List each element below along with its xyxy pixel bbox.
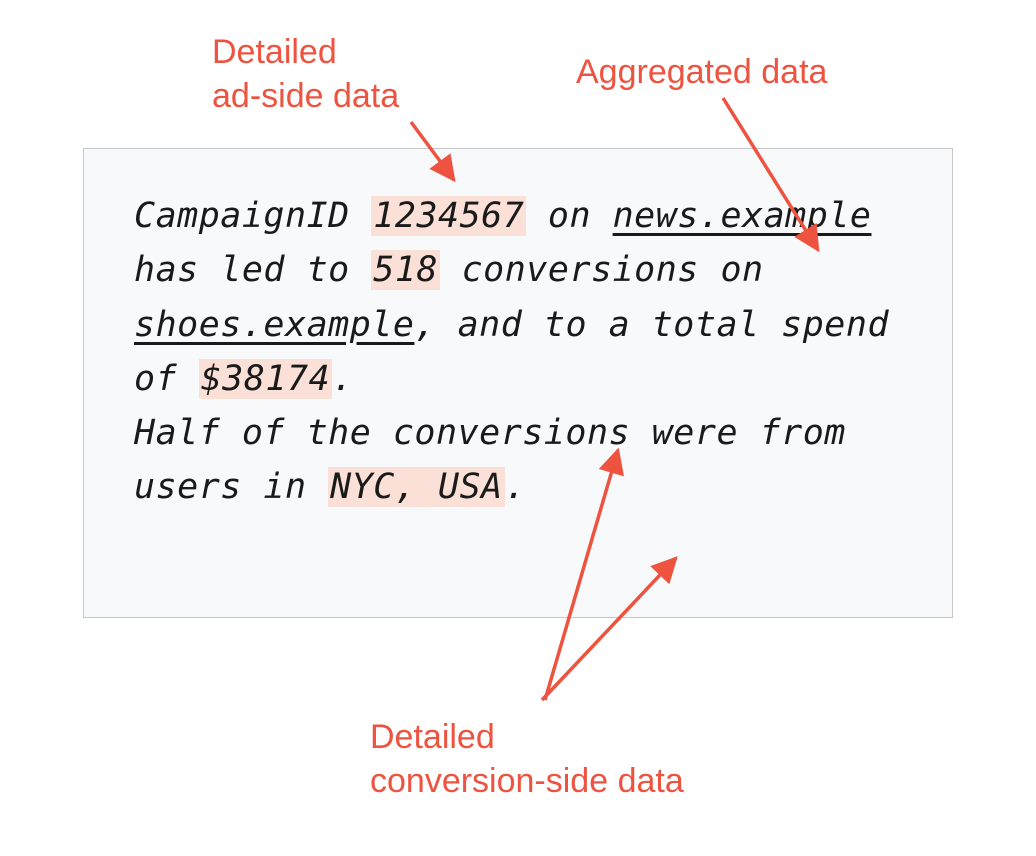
user-location: NYC, USA [328, 467, 505, 507]
example-text: CampaignID 1234567 on news.example has l… [134, 189, 902, 515]
txt-8: . [505, 467, 527, 507]
txt-2: on [526, 196, 612, 236]
label-conversion-side-l2: conversion-side data [370, 762, 684, 800]
label-ad-side-l1: Detailed [212, 33, 337, 71]
txt-3: has led to [134, 250, 371, 290]
txt-6: . [332, 359, 354, 399]
campaign-id: 1234567 [371, 196, 526, 236]
label-conversion-side-l1: Detailed [370, 718, 495, 756]
txt-4: conversions on [440, 250, 764, 290]
label-conversion-side: Detailed conversion-side data [370, 715, 684, 803]
diagram-stage: Detailed ad-side data Aggregated data De… [0, 0, 1036, 856]
txt-1: CampaignID [134, 196, 371, 236]
example-box: CampaignID 1234567 on news.example has l… [83, 148, 953, 618]
label-aggregated: Aggregated data [576, 50, 827, 94]
advertiser-site: shoes.example [134, 305, 414, 345]
label-ad-side-l2: ad-side data [212, 77, 399, 115]
label-ad-side: Detailed ad-side data [212, 30, 399, 118]
publisher-site: news.example [613, 196, 872, 236]
conversion-count: 518 [371, 250, 440, 290]
total-spend: $38174 [199, 359, 332, 399]
